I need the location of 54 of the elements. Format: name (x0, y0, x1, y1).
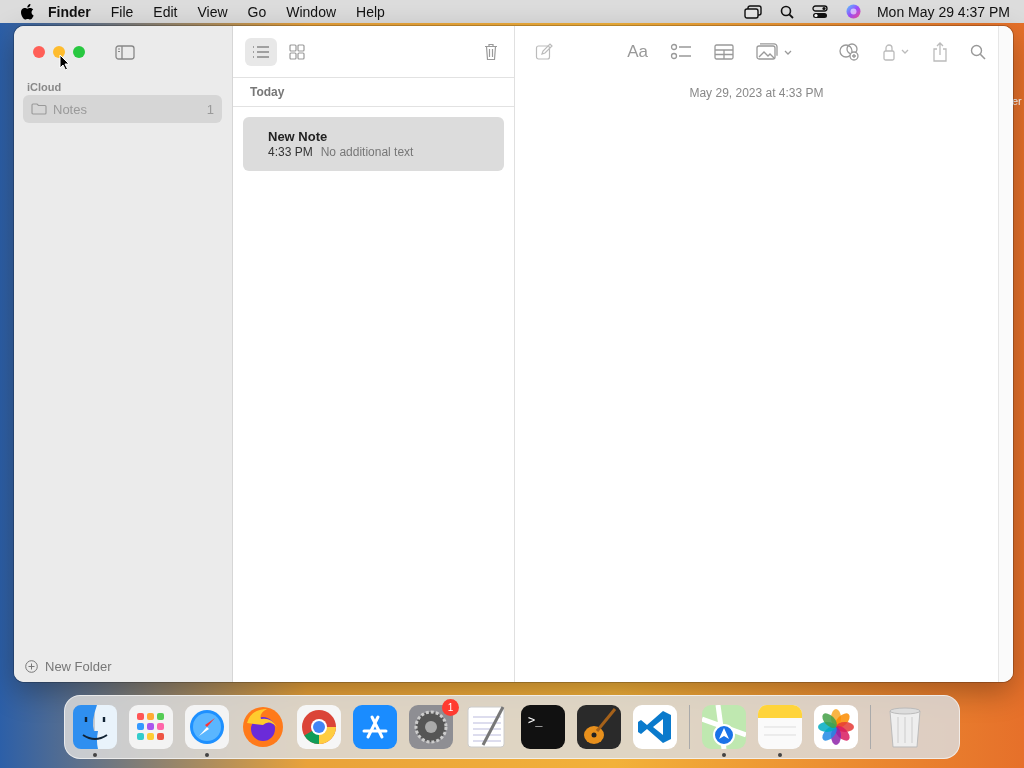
zoom-button[interactable] (73, 46, 85, 58)
fox-icon[interactable] (241, 705, 285, 749)
menu-item[interactable]: Help (356, 3, 385, 20)
new-folder-button[interactable]: New Folder (23, 659, 112, 674)
folder-icon (31, 103, 47, 115)
note-item[interactable]: New Note 4:33 PM No additional text (243, 117, 504, 171)
code-editor-icon[interactable] (633, 705, 677, 749)
menu-item[interactable]: Edit (153, 3, 178, 20)
search-icon[interactable] (779, 4, 794, 19)
compose-icon[interactable] (535, 43, 553, 61)
mouse-pointer-icon (59, 54, 70, 71)
collaborate-icon[interactable] (838, 42, 860, 62)
share-icon[interactable] (932, 42, 948, 62)
plus-circle-icon (25, 660, 38, 673)
table-icon[interactable] (714, 44, 734, 60)
group-header: Today (233, 78, 514, 107)
compass-icon[interactable] (185, 705, 229, 749)
menu-item[interactable]: File (110, 3, 134, 20)
list-view-button[interactable] (245, 37, 277, 66)
list-icon (252, 44, 270, 59)
apple-logo-icon[interactable] (20, 3, 34, 20)
menu-item[interactable]: Go (247, 3, 267, 20)
lock-icon[interactable] (882, 43, 910, 61)
minimize-button[interactable] (53, 46, 65, 58)
letter-a-icon[interactable] (353, 705, 397, 749)
trash-icon[interactable] (484, 42, 498, 61)
control-center-icon[interactable] (811, 4, 828, 19)
screens-icon[interactable] (743, 4, 762, 19)
app-menu[interactable]: Finder (48, 3, 91, 20)
siri-icon[interactable] (845, 4, 861, 19)
app-grid-icon[interactable] (129, 705, 173, 749)
note-time: 4:33 PM (268, 145, 313, 159)
sidebar-toggle-icon[interactable] (115, 44, 135, 60)
note-date: May 29, 2023 at 4:33 PM (689, 86, 824, 100)
note-preview: No additional text (320, 145, 414, 159)
folder-name: Notes (53, 101, 88, 117)
terminal-icon[interactable]: >_ (521, 705, 565, 749)
note-count: 1 (206, 101, 214, 117)
clock[interactable]: Mon May 29 4:37 PM (876, 3, 1010, 20)
note-title: New Note (268, 129, 329, 144)
flower-icon[interactable] (814, 705, 858, 749)
section-header: iCloud (27, 81, 63, 93)
close-button[interactable] (33, 46, 45, 58)
face-icon[interactable] (73, 705, 117, 749)
desktop-icon-label: er (1012, 95, 1022, 107)
map-icon[interactable] (702, 705, 746, 749)
gallery-view-icon[interactable] (289, 43, 305, 60)
menu-item[interactable]: Window (286, 3, 337, 20)
guitar-icon[interactable] (577, 705, 621, 749)
notification-badge: 1 (442, 699, 459, 716)
gear-icon[interactable] (409, 705, 453, 749)
menu-item[interactable]: View (197, 3, 228, 20)
checklist-icon[interactable] (670, 43, 692, 61)
media-icon[interactable] (756, 43, 792, 61)
